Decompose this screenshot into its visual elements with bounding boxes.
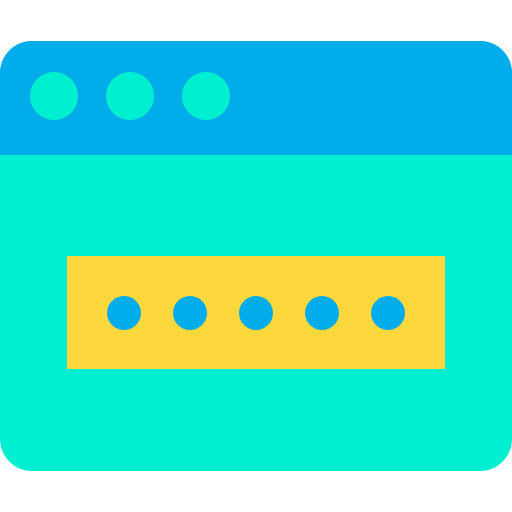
window-titlebar — [0, 41, 512, 155]
password-mask-dot — [239, 296, 273, 330]
password-field — [67, 256, 445, 369]
password-mask-dot — [173, 296, 207, 330]
browser-password-icon — [0, 0, 512, 512]
password-mask-dot — [305, 296, 339, 330]
window-control-dot — [106, 72, 154, 120]
password-mask-dot — [371, 296, 405, 330]
window-control-dot — [182, 72, 230, 120]
browser-window — [0, 41, 512, 471]
window-control-dot — [30, 72, 78, 120]
password-mask-dot — [107, 296, 141, 330]
